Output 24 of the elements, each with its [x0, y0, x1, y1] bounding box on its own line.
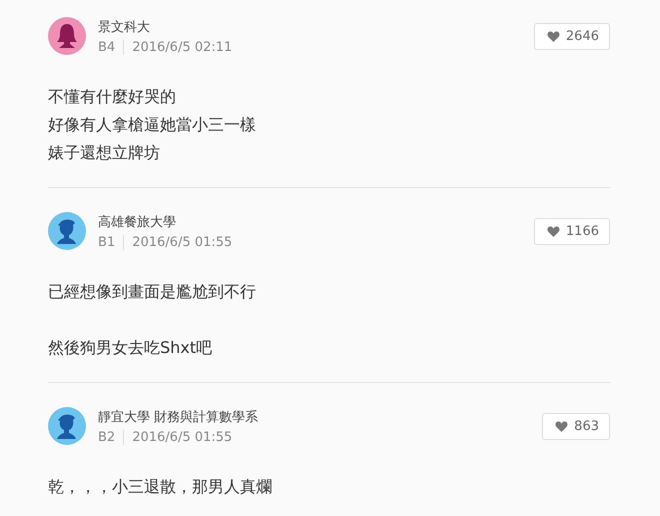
floor-label: B4 — [98, 40, 124, 54]
author-name: 景文科大 — [98, 18, 151, 36]
like-button[interactable]: 2646 — [534, 22, 610, 50]
post-time: 2016/6/5 01:55 — [132, 430, 232, 444]
heart-icon — [555, 420, 568, 432]
comment-text: 乾，，，小三退散，那男人真爛 — [48, 476, 273, 498]
floor-label: B1 — [98, 234, 124, 250]
comment-text: 然後狗男女去吃Shxt吧 — [48, 337, 214, 359]
floor-label: B2 — [98, 430, 124, 444]
post-time: 2016/6/5 02:11 — [132, 40, 232, 54]
comment-text: 好像有人拿槍逼她當小三一樣 — [48, 114, 257, 136]
avatar-icon — [48, 407, 86, 445]
like-button[interactable]: 863 — [542, 412, 610, 440]
like-button[interactable]: 1166 — [534, 218, 610, 244]
heart-icon — [546, 30, 560, 42]
comment-text: 婊子還想立牌坊 — [48, 142, 161, 164]
author-name: 靜宜大學 財務與計算數學系 — [98, 408, 260, 426]
comment-text: 不懂有什麼好哭的 — [48, 86, 177, 108]
post-time: 2016/6/5 01:55 — [132, 234, 232, 250]
comment-text: 已經想像到畫面是尷尬到不行 — [48, 281, 257, 303]
avatar-icon — [48, 17, 86, 55]
avatar-icon — [48, 212, 86, 250]
heart-icon — [546, 226, 560, 236]
author-name: 高雄餐旅大學 — [98, 214, 177, 230]
